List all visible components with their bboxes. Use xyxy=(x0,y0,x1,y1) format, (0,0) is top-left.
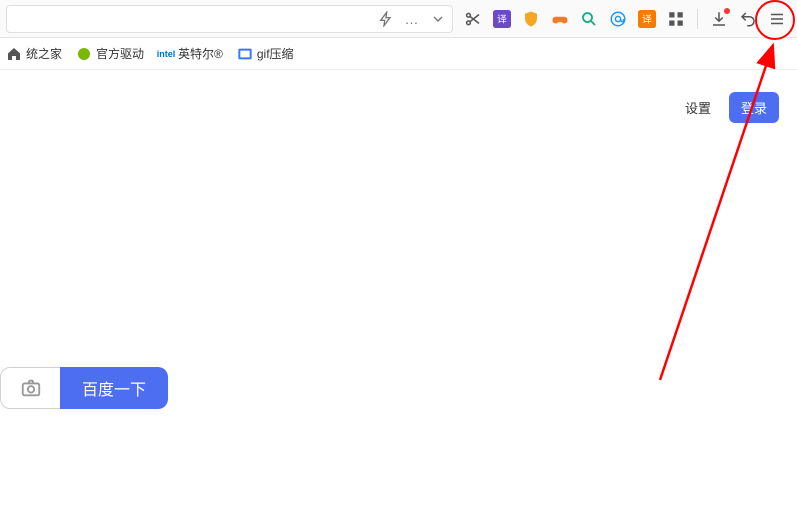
toolbar-divider xyxy=(697,9,698,29)
svg-text:译: 译 xyxy=(497,13,507,25)
nvidia-icon xyxy=(76,46,92,62)
bookmark-item-0[interactable]: 统之家 xyxy=(6,45,62,62)
intel-icon: intel xyxy=(158,46,174,62)
svg-text:译: 译 xyxy=(642,13,652,25)
page-top-right: 设置 登录 xyxy=(685,92,779,123)
gif-icon xyxy=(237,46,253,62)
translate-icon-2[interactable]: 译 xyxy=(637,9,657,29)
translate-icon-1[interactable]: 译 xyxy=(492,9,512,29)
toolbar-icons: 译 译 xyxy=(459,9,791,29)
bookmark-label: 统之家 xyxy=(26,45,62,62)
browser-toolbar: … 译 译 xyxy=(0,0,797,38)
undo-icon[interactable] xyxy=(738,9,758,29)
settings-link[interactable]: 设置 xyxy=(685,98,711,117)
gamepad-icon[interactable] xyxy=(550,9,570,29)
bookmark-label: gif压缩 xyxy=(257,45,294,62)
camera-icon[interactable] xyxy=(20,377,42,399)
scissors-icon[interactable] xyxy=(463,9,483,29)
home-icon xyxy=(6,46,22,62)
search-input-box[interactable] xyxy=(0,367,60,409)
chevron-down-icon[interactable] xyxy=(430,11,446,27)
hamburger-menu-icon[interactable] xyxy=(767,9,787,29)
bookmarks-bar: 统之家 官方驱动 intel 英特尔® gif压缩 xyxy=(0,38,797,70)
page-content: 设置 登录 百度一下 xyxy=(0,70,797,505)
lightning-icon[interactable] xyxy=(378,11,394,27)
bookmark-label: 英特尔® xyxy=(178,45,223,62)
more-icon[interactable]: … xyxy=(404,11,420,27)
search-button[interactable]: 百度一下 xyxy=(60,367,168,409)
at-icon[interactable] xyxy=(608,9,628,29)
bookmark-item-1[interactable]: 官方驱动 xyxy=(76,45,144,62)
address-bar[interactable]: … xyxy=(6,5,453,33)
magnify-icon[interactable] xyxy=(579,9,599,29)
search-row: 百度一下 xyxy=(0,367,168,409)
shield-icon[interactable] xyxy=(521,9,541,29)
grid-icon[interactable] xyxy=(666,9,686,29)
login-button[interactable]: 登录 xyxy=(729,92,779,123)
bookmark-label: 官方驱动 xyxy=(96,45,144,62)
bookmark-item-2[interactable]: intel 英特尔® xyxy=(158,45,223,62)
notification-dot xyxy=(724,8,730,14)
download-icon[interactable] xyxy=(709,9,729,29)
bookmark-item-3[interactable]: gif压缩 xyxy=(237,45,294,62)
